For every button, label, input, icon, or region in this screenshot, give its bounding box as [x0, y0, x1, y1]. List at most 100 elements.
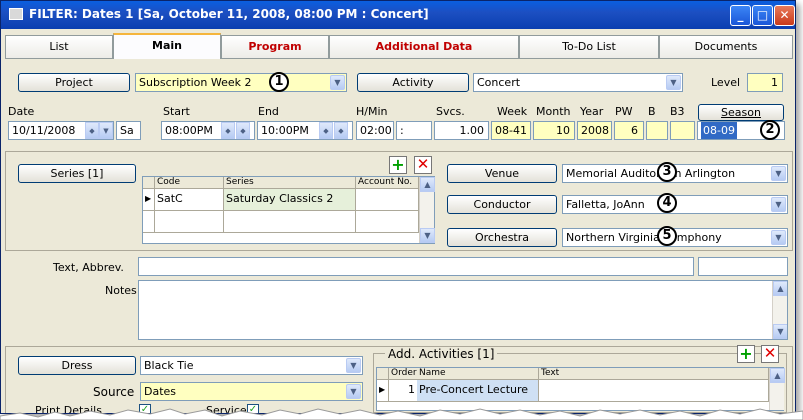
week-field[interactable]: 08-41	[491, 121, 531, 140]
series-cell-account[interactable]	[356, 189, 419, 211]
chevron-down-icon[interactable]: ▼	[99, 122, 113, 139]
text-field[interactable]	[138, 257, 694, 276]
tab-todo-list[interactable]: To-Do List	[519, 35, 659, 59]
abbrev-field[interactable]	[698, 257, 788, 276]
start-label: Start	[163, 105, 190, 118]
b-field[interactable]	[646, 121, 668, 140]
add-activities-title: Add. Activities [1]	[385, 347, 498, 361]
chevron-down-icon[interactable]: ▼	[346, 384, 361, 399]
orchestra-button[interactable]: Orchestra	[447, 228, 557, 247]
orchestra-value: Northern Virginia Symphony	[566, 231, 722, 244]
end-spin-icon[interactable]: ◆	[319, 122, 333, 139]
pw-field[interactable]: 6	[614, 121, 644, 140]
dress-button[interactable]: Dress	[18, 356, 136, 375]
row-empty[interactable]	[155, 211, 224, 233]
chevron-down-icon[interactable]: ▼	[771, 230, 786, 245]
month-label: Month	[536, 105, 571, 118]
project-select[interactable]: Subscription Week 2 ▼	[135, 73, 347, 92]
source-label: Source	[93, 385, 135, 399]
conductor-value: Falletta, JoAnn	[566, 198, 645, 211]
date-spin-icon[interactable]: ◆	[85, 122, 99, 139]
row-pointer-icon: ▶	[143, 189, 155, 211]
minimize-icon[interactable]: _	[730, 5, 751, 26]
season-button[interactable]: Season	[698, 104, 784, 121]
scroll-up-icon[interactable]: ▲	[773, 281, 787, 296]
start-spin-icon[interactable]: ◆	[221, 122, 235, 139]
series-scrollbar[interactable]: ▲ ▼	[419, 177, 435, 243]
svcs-field[interactable]: 1.00	[434, 121, 489, 140]
pw-label: PW	[615, 105, 633, 118]
chevron-down-icon[interactable]: ▼	[666, 75, 681, 90]
notes-textarea[interactable]: ▲ ▼	[138, 280, 788, 340]
end-spin-icon[interactable]: ◆	[334, 122, 348, 139]
series-cell-code[interactable]: SatC	[155, 189, 224, 211]
b3-label: B3	[670, 105, 685, 118]
tab-main[interactable]: Main	[113, 33, 221, 59]
callout-4: 4	[657, 193, 677, 213]
add-activity-icon[interactable]: +	[737, 345, 755, 363]
scroll-up-icon[interactable]: ▲	[420, 177, 435, 192]
level-field[interactable]: 1	[747, 73, 783, 92]
activity-select[interactable]: Concert ▼	[473, 73, 683, 92]
row-pointer-icon: ▶	[377, 380, 389, 402]
row-empty[interactable]	[356, 211, 419, 233]
start-spin-icon[interactable]: ◆	[236, 122, 250, 139]
activity-button[interactable]: Activity	[357, 73, 469, 92]
tab-additional-data[interactable]: Additional Data	[329, 35, 519, 59]
callout-1: 1	[269, 72, 289, 92]
chevron-down-icon[interactable]: ▼	[771, 166, 786, 181]
row-empty[interactable]	[224, 211, 356, 233]
series-grid: Code Series Account No. ▶ SatC Saturday …	[142, 176, 435, 244]
year-field[interactable]: 2008	[577, 121, 612, 140]
chevron-down-icon[interactable]: ▼	[346, 358, 361, 373]
month-field[interactable]: 10	[533, 121, 575, 140]
start-time-value: 08:00PM	[165, 124, 213, 137]
delete-series-icon[interactable]: ✕	[414, 156, 432, 174]
end-time-value: 10:00PM	[261, 124, 309, 137]
tab-list[interactable]: List	[5, 35, 113, 59]
b-label: B	[648, 105, 656, 118]
scroll-up-icon[interactable]: ▲	[770, 368, 785, 383]
conductor-button[interactable]: Conductor	[447, 195, 557, 214]
hmin-colon-field[interactable]: :	[396, 121, 432, 140]
delete-activity-icon[interactable]: ✕	[761, 345, 779, 363]
hmin-colon: :	[400, 124, 404, 137]
day-field[interactable]: Sa	[116, 121, 141, 140]
source-value: Dates	[144, 385, 177, 398]
project-button[interactable]: Project	[18, 73, 130, 92]
date-value: 10/11/2008	[12, 124, 76, 137]
add-series-icon[interactable]: +	[389, 156, 407, 174]
date-label: Date	[8, 105, 35, 118]
series-header-series: Series	[224, 177, 356, 189]
activities-cell-text[interactable]	[539, 380, 769, 402]
notes-scrollbar[interactable]: ▲ ▼	[772, 281, 787, 339]
venue-button[interactable]: Venue	[447, 164, 557, 183]
scroll-down-icon[interactable]: ▼	[420, 228, 435, 243]
text-abbrev-label: Text, Abbrev.	[53, 261, 124, 274]
source-select[interactable]: Dates ▼	[140, 382, 363, 401]
chevron-down-icon[interactable]: ▼	[771, 197, 786, 212]
maximize-icon[interactable]: □	[752, 5, 773, 26]
activities-cell-order[interactable]: 1	[389, 380, 417, 402]
title-bar[interactable]: FILTER: Dates 1 [Sa, October 11, 2008, 0…	[1, 1, 795, 29]
tab-program[interactable]: Program	[221, 35, 329, 59]
hmin-label: H/Min	[356, 105, 388, 118]
window-title: FILTER: Dates 1 [Sa, October 11, 2008, 0…	[29, 7, 429, 21]
series-cell-series[interactable]: Saturday Classics 2	[224, 189, 356, 211]
tab-documents[interactable]: Documents	[659, 35, 793, 59]
season-value: 08-09	[701, 122, 737, 139]
activities-cell-name[interactable]: Pre-Concert Lecture	[417, 380, 539, 402]
activities-header-name: Name	[417, 368, 539, 380]
b3-field[interactable]	[670, 121, 695, 140]
level-label: Level	[711, 76, 741, 89]
dress-select[interactable]: Black Tie ▼	[140, 356, 363, 375]
series-header-code: Code	[155, 177, 224, 189]
venue-value: Memorial Auditorium Arlington	[566, 167, 736, 180]
series-button[interactable]: Series [1]	[18, 164, 136, 183]
hmin-field[interactable]: 02:00	[356, 121, 394, 140]
series-grid-corner	[143, 177, 155, 189]
filter-window: FILTER: Dates 1 [Sa, October 11, 2008, 0…	[0, 0, 796, 414]
chevron-down-icon[interactable]: ▼	[330, 75, 345, 90]
close-icon[interactable]: ✕	[774, 5, 795, 26]
scroll-down-icon[interactable]: ▼	[773, 324, 787, 339]
